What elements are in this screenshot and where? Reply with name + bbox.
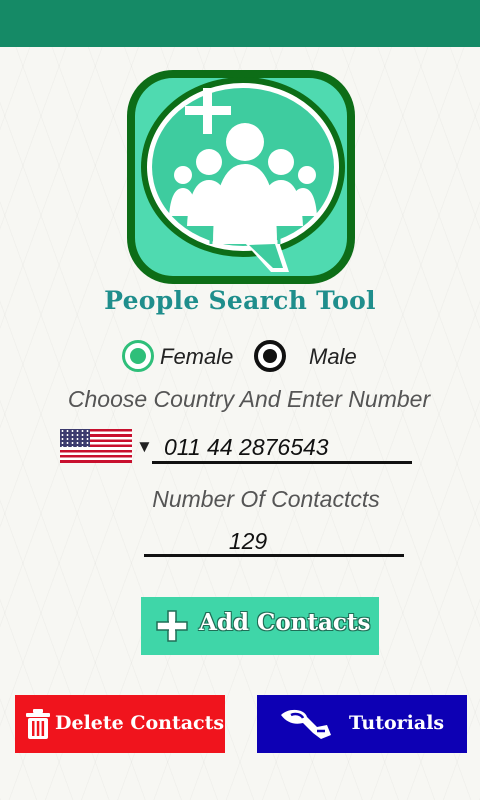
country-dropdown-icon[interactable]: ▼: [136, 438, 153, 455]
us-flag-icon[interactable]: [60, 429, 132, 463]
flag-canton: [60, 429, 90, 447]
delete-contacts-label: Delete Contacts: [55, 712, 225, 734]
status-bar: [0, 0, 480, 47]
female-radio[interactable]: [122, 340, 154, 372]
tutorial-arrow-icon: [281, 709, 331, 739]
contacts-count-input[interactable]: [144, 528, 404, 557]
male-label[interactable]: Male: [309, 344, 357, 370]
app-logo-icon: [127, 70, 355, 284]
phone-input[interactable]: [152, 434, 412, 464]
phone-prompt: Choose Country And Enter Number: [67, 386, 431, 412]
delete-contacts-button[interactable]: Delete Contacts: [15, 695, 225, 753]
trash-icon: [26, 709, 50, 739]
plus-icon: [156, 610, 188, 642]
tutorials-label: Tutorials: [349, 712, 445, 734]
tutorials-button[interactable]: Tutorials: [257, 695, 467, 753]
male-radio[interactable]: [254, 340, 286, 372]
add-contacts-label: Add Contacts: [199, 609, 371, 636]
app-title: People Search Tool: [104, 286, 376, 315]
contacts-count-label: Number Of Contactcts: [152, 486, 380, 512]
female-label[interactable]: Female: [160, 344, 233, 370]
add-contacts-button[interactable]: Add Contacts: [141, 597, 379, 655]
